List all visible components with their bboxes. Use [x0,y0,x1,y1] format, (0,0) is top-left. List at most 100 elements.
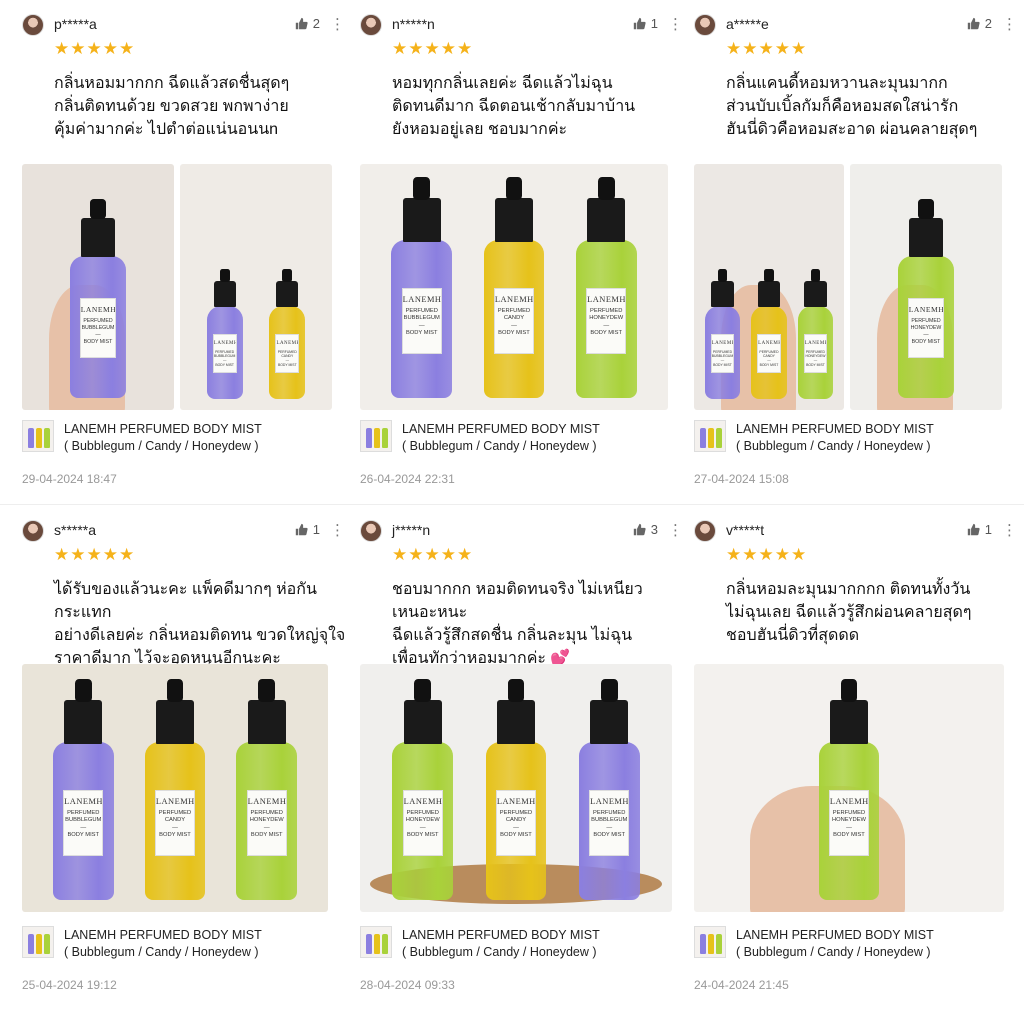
spray-nozzle [74,679,92,703]
spray-nozzle [414,679,432,703]
bottle-label: LANEMH PERFUMED HONEYDEW — BODY MIST [803,333,828,373]
avatar[interactable] [694,520,716,542]
star-icon: ★ [774,39,790,58]
bottle-variant: PERFUMED CANDY — BODY MIST [497,307,531,337]
product-info[interactable]: LANEMH PERFUMED BODY MIST ( Bubblegum / C… [360,926,690,960]
product-name: LANEMH PERFUMED BODY MIST [736,928,934,942]
spray-nozzle [507,679,525,703]
more-vertical-icon[interactable]: ⋮ [330,521,345,539]
reviews-grid: p*****a 2 ⋮ ★ ★ ★ ★ ★ กลิ่นหอมมากกก ฉีดแล้วสดชื่… [0,0,1024,1024]
review-date: 26-04-2024 22:31 [360,472,455,486]
candy-bottle: LANEMH PERFUMED CANDY — BODY MIST [144,679,206,902]
avatar[interactable] [22,14,44,36]
honeydew-bottle: LANEMH PERFUMED HONEYDEW — BODY MIST [575,177,637,400]
star-rating: ★ ★ ★ ★ ★ [392,546,472,563]
bottle-label: LANEMH PERFUMED BUBBLEGUM — BODY MIST [401,287,442,354]
star-icon: ★ [54,39,70,58]
more-vertical-icon[interactable]: ⋮ [330,15,345,33]
avatar[interactable] [360,520,382,542]
bottle-cap [247,700,286,745]
product-info[interactable]: LANEMH PERFUMED BODY MIST ( Bubblegum / C… [22,420,352,454]
bottle-cap [213,280,236,307]
mini-bottle [374,934,380,954]
star-icon: ★ [102,39,118,58]
thumbs-up-icon [967,17,980,30]
star-icon: ★ [774,545,790,564]
review-photo[interactable]: LANEMH PERFUMED BUBBLEGUM — BODY MIST LANE… [180,164,332,410]
mini-bottle [36,934,42,954]
thumbs-up-icon [633,523,646,536]
avatar[interactable] [360,14,382,36]
candy-bottle: LANEMH PERFUMED CANDY — BODY MIST [269,268,306,400]
star-icon: ★ [392,39,408,58]
spray-nozzle [840,679,858,703]
mini-bottle [708,934,714,954]
bottle-variant: PERFUMED CANDY — BODY MIST [499,809,533,839]
like-button[interactable]: 2 [295,16,320,31]
star-icon: ★ [119,39,135,58]
more-vertical-icon[interactable]: ⋮ [1002,521,1017,539]
review-photo[interactable]: LANEMH PERFUMED BUBBLEGUM — BODY MIST LANE… [22,664,328,912]
review-photo[interactable]: LANEMH PERFUMED HONEYDEW — BODY MIST [694,664,1004,912]
like-button[interactable]: 3 [633,522,658,537]
more-vertical-icon[interactable]: ⋮ [668,15,683,33]
star-rating: ★ ★ ★ ★ ★ [54,546,134,563]
review-photo[interactable]: LANEMH PERFUMED BUBBLEGUM — BODY MIST LANE… [694,164,844,410]
like-button[interactable]: 1 [967,522,992,537]
honeydew-bottle: LANEMH PERFUMED HONEYDEW — BODY MIST [898,198,954,400]
bubblegum-bottle: LANEMH PERFUMED BUBBLEGUM — BODY MIST [578,679,640,902]
review-header: v*****t 1 ⋮ [694,520,1017,544]
bottle-label: LANEMH PERFUMED CANDY — BODY MIST [495,789,537,856]
review-photo[interactable]: LANEMH PERFUMED HONEYDEW — BODY MIST [850,164,1002,410]
bottle-variant: PERFUMED HONEYDEW — BODY MIST [405,809,440,839]
more-vertical-icon[interactable]: ⋮ [668,521,683,539]
star-icon: ★ [726,39,742,58]
mini-bottle [708,428,714,448]
product-thumbnail [694,926,726,958]
avatar[interactable] [694,14,716,36]
bottle-brand: LANEMH [403,796,443,806]
bottle-label: LANEMH PERFUMED HONEYDEW — BODY MIST [586,287,627,354]
bottle-cap [497,700,535,745]
candy-bottle: LANEMH PERFUMED CANDY — BODY MIST [483,177,545,400]
spray-nozzle [764,268,774,283]
bottle-brand: LANEMH [64,796,103,806]
bottle-cap [80,217,116,258]
more-vertical-icon[interactable]: ⋮ [1002,15,1017,33]
star-icon: ★ [86,39,102,58]
mini-bottle [366,934,372,954]
review-card: v*****t 1 ⋮ ★ ★ ★ ★ ★ กลิ่นหอมละมุนมากกกก ติดทนท… [694,520,1024,998]
thumbs-up-icon [295,17,308,30]
like-button[interactable]: 1 [633,16,658,31]
bottle-brand: LANEMH [494,294,534,304]
like-button[interactable]: 1 [295,522,320,537]
mini-bottle [366,428,372,448]
bottle-variant: PERFUMED HONEYDEW — BODY MIST [805,349,826,367]
review-photo[interactable]: LANEMH PERFUMED BUBBLEGUM — BODY MIST LANE… [360,164,668,410]
candy-bottle: LANEMH PERFUMED CANDY — BODY MIST [751,268,787,400]
bottle-variant: PERFUMED HONEYDEW — BODY MIST [589,307,624,337]
review-text: กลิ่นหอมมากกก ฉีดแล้วสดชื่นสุดๆ กลิ่นติด… [54,75,290,138]
product-info[interactable]: LANEMH PERFUMED BODY MIST ( Bubblegum / C… [694,926,1024,960]
review-photo[interactable]: LANEMH PERFUMED BUBBLEGUM — BODY MIST [22,164,174,410]
review-header: j*****n 3 ⋮ [360,520,683,544]
like-button[interactable]: 2 [967,16,992,31]
product-info[interactable]: LANEMH PERFUMED BODY MIST ( Bubblegum / C… [22,926,352,960]
spray-nozzle [282,268,293,283]
star-icon: ★ [726,545,742,564]
avatar[interactable] [22,520,44,542]
bottle-label: LANEMH PERFUMED HONEYDEW — BODY MIST [246,789,287,856]
review-date: 25-04-2024 19:12 [22,978,117,992]
bottle-cap [64,700,103,745]
review-card: s*****a 1 ⋮ ★ ★ ★ ★ ★ ได้รับของแล้วนะคะ แพ็คดีมา… [22,520,352,998]
star-icon: ★ [424,545,440,564]
star-icon: ★ [758,545,774,564]
spray-nozzle [717,268,728,283]
bottle-variant: PERFUMED CANDY — BODY MIST [759,349,779,367]
honeydew-bottle: LANEMH PERFUMED HONEYDEW — BODY MIST [236,679,298,902]
product-info[interactable]: LANEMH PERFUMED BODY MIST ( Bubblegum / C… [360,420,690,454]
product-info[interactable]: LANEMH PERFUMED BODY MIST ( Bubblegum / C… [694,420,1024,454]
bottle-variant: PERFUMED BUBBLEGUM — BODY MIST [65,809,102,839]
like-count: 3 [650,522,658,537]
review-photo[interactable]: LANEMH PERFUMED HONEYDEW — BODY MIST LANEM… [360,664,672,912]
